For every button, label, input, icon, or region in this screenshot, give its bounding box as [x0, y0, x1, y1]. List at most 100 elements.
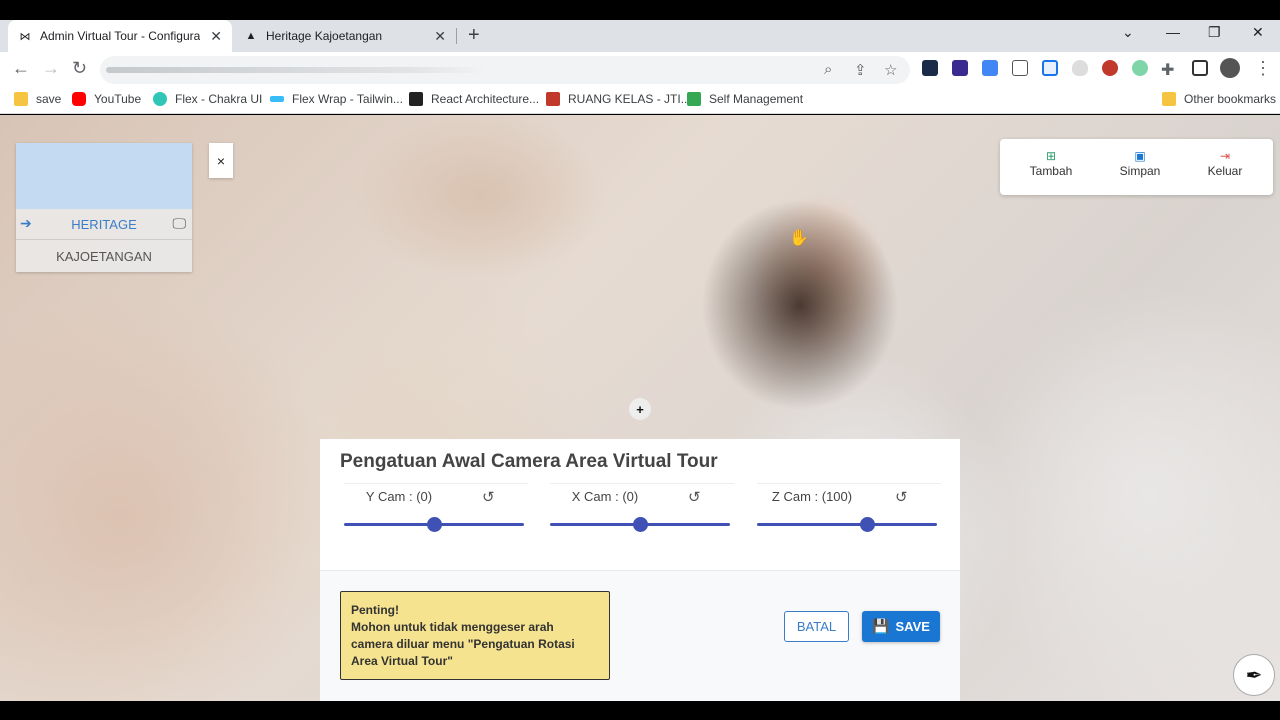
viewpoint-label: HERITAGE — [71, 216, 137, 232]
translate-icon[interactable] — [982, 60, 998, 76]
app-logo-icon[interactable]: ✒ — [1233, 654, 1275, 696]
simpan-label: Simpan — [1119, 164, 1161, 178]
extension-green-icon[interactable] — [1132, 60, 1148, 76]
floppy-disk-icon: 💾 — [872, 618, 890, 634]
bookmark-label: React Architecture... — [431, 92, 540, 106]
add-box-icon: ⊞ — [1045, 149, 1057, 163]
cancel-button[interactable]: BATAL — [784, 611, 849, 642]
viewpoint-thumbnail[interactable] — [16, 143, 192, 209]
zoom-icon[interactable]: ⌕ — [824, 61, 832, 78]
bookmark-tailwind[interactable]: Flex Wrap - Tailwin... — [270, 92, 403, 106]
viewpoint-panel: ➔ HERITAGE 🖵 KAJOETANGAN — [16, 143, 192, 272]
side-panel-icon[interactable] — [1192, 60, 1208, 76]
z-cam-slider-group: Z Cam : (100) ↺ — [757, 483, 941, 532]
virtual-tour-viewport[interactable]: ➔ HERITAGE 🖵 KAJOETANGAN × ⊞ Tambah ▣ Si… — [0, 115, 1280, 701]
monitor-icon[interactable]: 🖵 — [173, 215, 187, 232]
bookmark-self-management[interactable]: Self Management — [687, 92, 803, 106]
tambah-label: Tambah — [1029, 164, 1073, 178]
address-bar[interactable]: ⌕ ⇪ ☆ — [100, 56, 910, 84]
viewpoint-item-kajoetangan[interactable]: KAJOETANGAN — [16, 241, 192, 272]
minimize-icon[interactable]: — — [1166, 24, 1180, 40]
bookmark-label: Flex Wrap - Tailwin... — [292, 92, 403, 106]
json-viewer-icon[interactable] — [1012, 60, 1028, 76]
dialog-footer: Penting! Mohon untuk tidak menggeser ara… — [320, 571, 960, 701]
react-devtools-icon[interactable] — [922, 60, 938, 76]
z-cam-label: Z Cam : (100) — [771, 489, 853, 504]
kebab-menu-icon[interactable]: ⋮ — [1254, 58, 1272, 79]
hand-cursor-icon: ✋ — [789, 230, 809, 247]
hotspot-add-icon[interactable]: + — [629, 398, 651, 420]
x-cam-slider-thumb[interactable] — [633, 517, 648, 532]
shield-icon[interactable] — [1072, 60, 1088, 76]
browser-toolbar: ← → ↻ ⌕ ⇪ ☆ ✚ ⋮ — [0, 52, 1280, 86]
letterbox-top — [0, 0, 1280, 20]
bookmark-star-icon[interactable]: ☆ — [884, 61, 897, 79]
new-tab-icon[interactable]: + — [468, 24, 480, 47]
keluar-button[interactable]: ⇥ Keluar — [1190, 149, 1260, 178]
viewpoint-label: KAJOETANGAN — [56, 249, 152, 264]
bookmark-label: RUANG KELAS - JTI... — [568, 92, 691, 106]
y-cam-slider-thumb[interactable] — [427, 517, 442, 532]
close-icon: × — [216, 152, 226, 169]
triangle-icon: ▲ — [245, 30, 257, 42]
puzzle-icon[interactable]: ✚ — [1161, 60, 1174, 80]
warning-box: Penting! Mohon untuk tidak menggeser ara… — [340, 591, 610, 680]
reload-icon[interactable]: ↻ — [72, 58, 87, 79]
y-cam-slider-group: Y Cam : (0) ↺ — [344, 483, 528, 532]
z-cam-slider[interactable] — [757, 523, 937, 526]
close-panel-button[interactable]: × — [209, 143, 233, 178]
bookmark-react-architecture[interactable]: React Architecture... — [409, 92, 539, 106]
other-bookmarks[interactable]: Other bookmarks — [1162, 92, 1276, 106]
simpan-button[interactable]: ▣ Simpan — [1105, 149, 1175, 178]
bowtie-icon: ⋈ — [19, 30, 31, 43]
z-cam-slider-thumb[interactable] — [860, 517, 875, 532]
close-window-icon[interactable]: ✕ — [1252, 24, 1264, 41]
reset-icon[interactable]: ↺ — [688, 488, 701, 506]
tambah-button[interactable]: ⊞ Tambah — [1016, 149, 1086, 178]
bookmark-label: YouTube — [94, 92, 142, 106]
bookmark-label: save — [36, 92, 62, 106]
viewpoint-item-heritage[interactable]: ➔ HERITAGE 🖵 — [16, 209, 192, 240]
back-icon[interactable]: ← — [12, 58, 30, 79]
save-button[interactable]: 💾 SAVE — [862, 611, 940, 642]
screen: ⋈ Admin Virtual Tour - Configurato ✕ ▲ H… — [0, 0, 1280, 720]
eye-off-icon[interactable] — [1102, 60, 1118, 76]
forward-icon[interactable]: → — [42, 58, 60, 79]
bookmark-youtube[interactable]: YouTube — [72, 92, 141, 106]
extension-badge-icon[interactable] — [952, 60, 968, 76]
youtube-icon — [72, 92, 86, 106]
tailwind-icon — [270, 96, 284, 102]
self-management-icon — [687, 92, 701, 106]
bookmark-chakra[interactable]: Flex - Chakra UI — [153, 92, 262, 106]
tab-title: Heritage Kajoetangan — [266, 29, 383, 43]
close-tab-icon[interactable]: ✕ — [434, 28, 446, 45]
blurred-url — [106, 67, 486, 73]
bookmark-save[interactable]: save — [14, 92, 61, 106]
ruang-kelas-icon — [546, 92, 560, 106]
x-cam-label: X Cam : (0) — [571, 489, 639, 504]
dialog-title: Pengatuan Awal Camera Area Virtual Tour — [340, 451, 718, 472]
screen-recorder-icon[interactable] — [1042, 60, 1058, 76]
folder-icon — [1162, 92, 1176, 106]
bookmark-ruang-kelas[interactable]: RUANG KELAS - JTI... — [546, 92, 691, 106]
restore-icon[interactable]: ❐ — [1208, 24, 1221, 41]
letterbox-bottom — [0, 701, 1280, 720]
bookmark-label: Self Management — [709, 92, 804, 106]
tab-strip: ⋈ Admin Virtual Tour - Configurato ✕ ▲ H… — [0, 20, 1280, 52]
bookmarks-bar: save YouTube Flex - Chakra UI Flex Wrap … — [0, 86, 1280, 114]
avatar[interactable] — [1220, 58, 1240, 78]
folder-icon — [14, 92, 28, 106]
share-icon[interactable]: ⇪ — [854, 61, 867, 79]
reset-icon[interactable]: ↺ — [895, 488, 908, 506]
camera-settings-dialog: Pengatuan Awal Camera Area Virtual Tour … — [320, 439, 960, 701]
tab-search-icon[interactable]: ⌄ — [1122, 24, 1134, 41]
tab-heritage-kajoetangan[interactable]: ▲ Heritage Kajoetangan ✕ — [234, 20, 456, 52]
bookmark-label: Flex - Chakra UI — [175, 92, 263, 106]
action-menu: ⊞ Tambah ▣ Simpan ⇥ Keluar — [1000, 139, 1273, 195]
other-bookmarks-label: Other bookmarks — [1184, 92, 1277, 106]
save-icon: ▣ — [1134, 149, 1146, 163]
close-tab-icon[interactable]: ✕ — [210, 28, 222, 45]
reset-icon[interactable]: ↺ — [482, 488, 495, 506]
warning-title: Penting! — [351, 603, 399, 617]
tab-admin-virtual-tour[interactable]: ⋈ Admin Virtual Tour - Configurato ✕ — [8, 20, 232, 52]
